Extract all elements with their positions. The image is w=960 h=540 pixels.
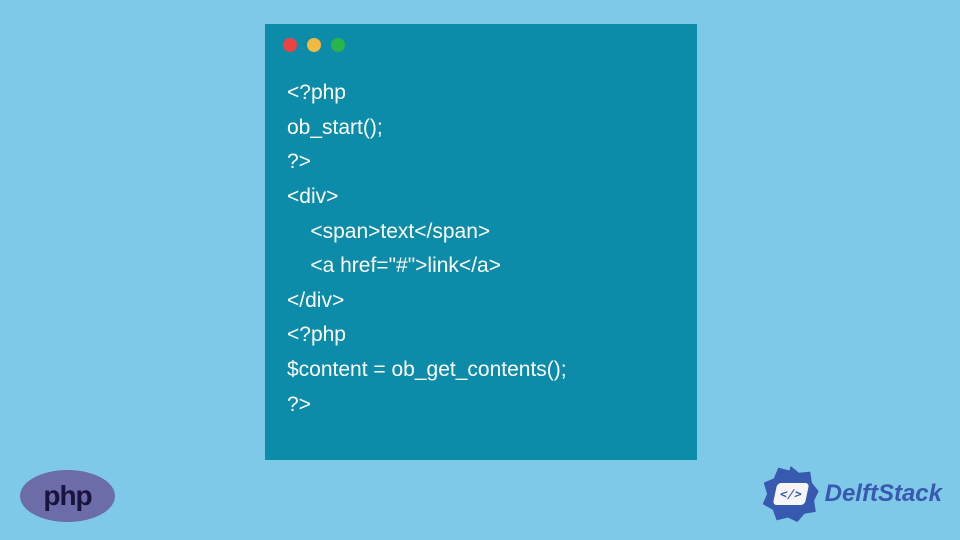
php-logo: php bbox=[20, 470, 115, 522]
code-line: ob_start(); bbox=[287, 116, 383, 139]
delftstack-badge-icon: </> bbox=[763, 466, 819, 522]
php-logo-text: php bbox=[43, 480, 91, 512]
code-line: <?php bbox=[287, 81, 346, 104]
minimize-dot bbox=[307, 38, 321, 52]
code-line: <div> bbox=[287, 185, 338, 208]
code-line: <a href="#">link</a> bbox=[287, 254, 501, 277]
code-window: <?php ob_start(); ?> <div> <span>text</s… bbox=[265, 24, 697, 460]
close-dot bbox=[283, 38, 297, 52]
code-content: <?php ob_start(); ?> <div> <span>text</s… bbox=[265, 66, 697, 444]
maximize-dot bbox=[331, 38, 345, 52]
badge-symbol: </> bbox=[772, 483, 809, 505]
code-line: <span>text</span> bbox=[287, 220, 490, 243]
code-line: ?> bbox=[287, 150, 311, 173]
code-line: <?php bbox=[287, 323, 346, 346]
delftstack-logo: </> DelftStack bbox=[763, 466, 942, 522]
code-line: </div> bbox=[287, 289, 344, 312]
delftstack-text: DelftStack bbox=[825, 480, 942, 508]
code-line: ?> bbox=[287, 393, 311, 416]
code-line: $content = ob_get_contents(); bbox=[287, 358, 567, 381]
window-titlebar bbox=[265, 24, 697, 66]
